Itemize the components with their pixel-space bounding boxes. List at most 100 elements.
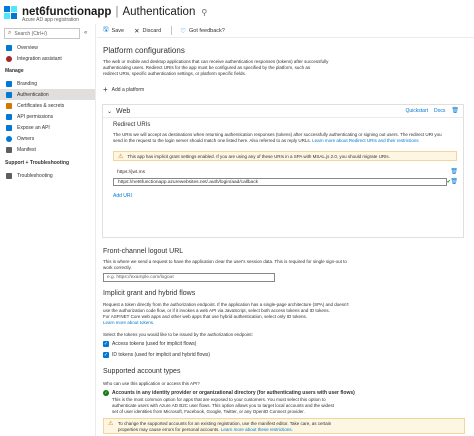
sidebar: ⌕ Search (Ctrl+/) « Overview Integration… (0, 24, 96, 436)
sidebar-item-authentication[interactable]: Authentication (0, 89, 95, 100)
sidebar-section-manage: Manage (5, 68, 24, 74)
redirect-uri-value[interactable]: https://jwt.ms (117, 170, 145, 175)
quickstart-link[interactable]: Quickstart (405, 108, 428, 114)
web-card-title: Web (116, 107, 131, 115)
feedback-icon: ♡ (180, 27, 187, 35)
sidebar-item-integration-assistant[interactable]: Integration assistant (0, 53, 95, 64)
implicit-learn-more-link[interactable]: Learn more about (103, 320, 139, 325)
feedback-label: Got feedback? (189, 27, 225, 34)
chevron-down-icon[interactable]: ⌄ (107, 108, 112, 115)
discard-icon: ✕ (134, 27, 140, 35)
redirect-uris-heading: Redirect URIs (113, 122, 151, 128)
account-option-desc3: set of user identities from Microsoft, F… (112, 409, 305, 414)
sidebar-item-label: Overview (17, 44, 38, 51)
app-registration-icon (4, 5, 17, 19)
warning-icon: ⚠ (118, 153, 124, 160)
account-types-heading: Supported account types (103, 368, 181, 375)
delete-platform-icon[interactable]: 🗑 (451, 107, 459, 114)
sidebar-item-label: Authentication (17, 91, 49, 98)
plus-icon: + (103, 85, 108, 94)
sidebar-item-branding[interactable]: Branding (0, 78, 95, 89)
redirect-learn-more-link[interactable]: Learn more about Redirect URIs and their… (312, 138, 419, 143)
docs-link[interactable]: Docs (434, 108, 445, 114)
add-uri-link[interactable]: Add URI (113, 193, 132, 199)
implicit-grant-warning: ⚠ This app has implicit grant settings e… (113, 151, 457, 161)
discard-label: Discard (142, 27, 162, 34)
sidebar-item-owners[interactable]: Owners (0, 133, 95, 144)
cloud-icon (6, 124, 12, 131)
main-content: 🖫 Save ✕ Discard ♡ Got feedback? Platfor… (97, 24, 474, 436)
add-platform-button[interactable]: + Add a platform (103, 85, 144, 94)
sidebar-item-label: Branding (17, 80, 38, 87)
api-permissions-icon (6, 113, 12, 120)
manifest-icon (6, 146, 12, 153)
implicit-grant-heading: Implicit grant and hybrid flows (103, 290, 196, 297)
redirect-uri-input[interactable]: https://net6functionapp.azurewebsites.ne… (113, 178, 447, 186)
logout-desc-line1: This is where we send a request to have … (103, 259, 347, 264)
account-type-radio[interactable]: ✓ Accounts in any identity provider or o… (103, 390, 355, 396)
account-warning-text: properties may cause errors for personal… (118, 427, 220, 432)
implicit-desc-line4: Learn more about tokens. (103, 320, 154, 326)
add-platform-label: Add a platform (111, 86, 145, 93)
sidebar-item-label: API permissions (17, 113, 54, 120)
sidebar-item-label: Expose an API (17, 124, 50, 131)
redirect-uri-value[interactable]: https://net6functionapp.azurewebsites.ne… (118, 180, 258, 185)
search-placeholder: Search (Ctrl+/) (14, 30, 48, 37)
account-option-title: Accounts in any identity provider or org… (112, 390, 355, 396)
warning-text: This app has implicit grant settings ena… (127, 153, 390, 159)
sidebar-item-label: Troubleshooting (17, 172, 53, 179)
title-separator: | (115, 6, 119, 18)
wrench-icon (6, 172, 12, 179)
access-tokens-checkbox[interactable]: ✓ Access tokens (used for implicit flows… (103, 341, 196, 347)
sidebar-item-certificates[interactable]: Certificates & secrets (0, 100, 95, 111)
tokens-link[interactable]: tokens. (140, 320, 155, 325)
web-card-actions: Quickstart Docs 🗑 (399, 107, 459, 115)
page-title: Authentication (122, 6, 196, 18)
toolbar-divider (171, 26, 173, 35)
feedback-button[interactable]: ♡ Got feedback? (180, 27, 225, 35)
pin-icon[interactable]: ⚲ (201, 8, 207, 17)
warning-icon: ⚠ (108, 421, 114, 427)
redirect-uri-row[interactable]: https://jwt.ms (113, 168, 447, 176)
logout-desc-line2: work correctly. (103, 265, 132, 270)
sidebar-item-manifest[interactable]: Manifest (0, 144, 95, 155)
authentication-icon (6, 91, 12, 98)
save-icon: 🖫 (103, 26, 109, 33)
sidebar-item-label: Integration assistant (17, 55, 62, 62)
sidebar-item-label: Certificates & secrets (17, 102, 65, 109)
rocket-icon (6, 55, 12, 62)
access-tokens-label: Access tokens (used for implicit flows) (112, 341, 197, 347)
logout-url-input[interactable]: e.g. https://example.com/logout (103, 273, 275, 282)
restrictions-link[interactable]: Learn more about these restrictions. (221, 427, 293, 432)
redirect-desc-line2: send in the request to the login server … (113, 138, 419, 144)
account-change-warning: ⚠ To change the supported accounts for a… (103, 418, 465, 434)
page-subtitle: Azure AD app registration (22, 17, 79, 23)
save-label: Save (111, 27, 125, 34)
command-bar: 🖫 Save ✕ Discard ♡ Got feedback? (97, 24, 474, 38)
sidebar-item-api-permissions[interactable]: API permissions (0, 111, 95, 122)
collapse-sidebar-icon[interactable]: « (84, 30, 87, 36)
delete-uri-icon[interactable]: 🗑 (450, 168, 458, 175)
id-tokens-label: ID tokens (used for implicit and hybrid … (112, 352, 211, 358)
account-warning-line2: properties may cause errors for personal… (118, 427, 460, 433)
id-tokens-checkbox[interactable]: ✓ ID tokens (used for implicit and hybri… (103, 352, 210, 358)
checkbox-checked-icon: ✓ (103, 341, 109, 347)
sidebar-item-overview[interactable]: Overview (0, 42, 95, 53)
sidebar-item-label: Owners (17, 135, 35, 142)
platform-desc-line3: redirect URIs, specific authentication s… (103, 71, 247, 76)
sidebar-section-support: Support + Troubleshooting (5, 160, 70, 166)
account-question: Who can use this application or access t… (103, 381, 200, 386)
discard-button[interactable]: ✕ Discard (134, 27, 161, 35)
sidebar-item-label: Manifest (17, 146, 36, 153)
save-button[interactable]: 🖫 Save (103, 25, 124, 36)
branding-icon (6, 80, 12, 87)
key-icon (6, 102, 12, 109)
owners-icon (6, 135, 12, 142)
platform-configurations-heading: Platform configurations (103, 46, 185, 55)
overview-icon (6, 44, 12, 51)
redirect-desc-text: send in the request to the login server … (113, 138, 311, 143)
sidebar-item-expose-api[interactable]: Expose an API (0, 122, 95, 133)
sidebar-item-troubleshooting[interactable]: Troubleshooting (0, 170, 95, 181)
sidebar-search-input[interactable]: ⌕ Search (Ctrl+/) (4, 28, 80, 39)
delete-uri-icon[interactable]: 🗑 (450, 178, 458, 185)
